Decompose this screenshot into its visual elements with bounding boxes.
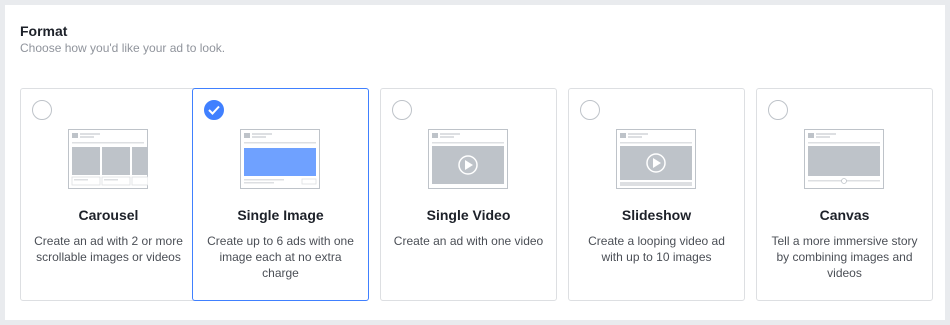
format-title: Canvas — [819, 207, 870, 223]
format-title: Slideshow — [621, 207, 692, 223]
format-title: Single Image — [237, 207, 324, 223]
checkmark-icon — [208, 105, 220, 115]
radio-button[interactable] — [580, 100, 600, 120]
format-title: Single Video — [426, 207, 511, 223]
format-description: Create a looping video ad with up to 10 … — [588, 234, 725, 264]
format-card-slideshow[interactable]: Slideshow Create a looping video ad with… — [568, 88, 745, 301]
format-description: Tell a more immersive story by combining… — [771, 234, 918, 280]
format-description: Create an ad with one video — [393, 234, 544, 248]
slideshow-preview-icon — [616, 129, 696, 189]
radio-button[interactable] — [392, 100, 412, 120]
format-card-single-video[interactable]: Single Video Create an ad with one video — [380, 88, 557, 301]
format-description: Create an ad with 2 or more scrollable i… — [34, 234, 183, 264]
format-card-canvas[interactable]: Canvas Tell a more immersive story by co… — [756, 88, 933, 301]
format-title: Carousel — [78, 207, 139, 223]
radio-button[interactable] — [204, 100, 224, 120]
format-card-carousel[interactable]: Carousel Create an ad with 2 or more scr… — [20, 88, 197, 301]
section-subtitle: Choose how you'd like your ad to look. — [20, 41, 226, 55]
radio-button[interactable] — [768, 100, 788, 120]
canvas-preview-icon — [804, 129, 884, 189]
single-video-preview-icon — [428, 129, 508, 189]
section-title: Format — [20, 23, 68, 39]
radio-button[interactable] — [32, 100, 52, 120]
format-description: Create up to 6 ads with one image each a… — [207, 234, 354, 280]
single-image-preview-icon — [240, 129, 320, 189]
carousel-preview-icon — [68, 129, 148, 189]
format-card-single-image[interactable]: Single Image Create up to 6 ads with one… — [192, 88, 369, 301]
format-section: Format Choose how you'd like your ad to … — [5, 5, 945, 320]
